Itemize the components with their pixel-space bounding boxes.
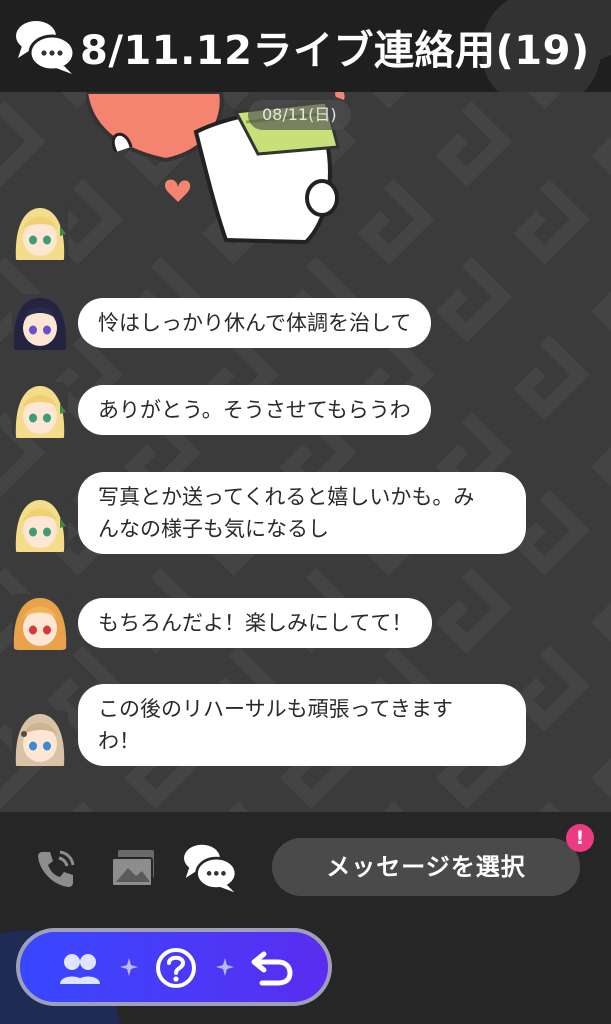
message-bubble[interactable]: ありがとう。そうさせてもらうわ — [78, 385, 431, 435]
message-bubble[interactable]: もちろんだよ！楽しみにしてて！ — [78, 598, 433, 648]
help-icon[interactable] — [154, 946, 198, 990]
message-bubble[interactable]: この後のリハーサルも頑張ってきます わ！ — [78, 684, 526, 766]
sparkle-icon — [120, 958, 138, 976]
bottom-toolbar: メッセージを選択 ! — [0, 812, 611, 1024]
avatar[interactable] — [12, 594, 68, 650]
avatar[interactable] — [12, 204, 68, 260]
members-icon[interactable] — [58, 946, 102, 990]
photo-icon[interactable] — [106, 840, 162, 896]
chat-bubbles-icon — [16, 21, 76, 74]
message-bubble[interactable]: 写真とか送ってくれると嬉しいかも。み んなの様子も気になるし — [78, 472, 526, 554]
avatar[interactable] — [12, 496, 68, 552]
chat-area[interactable]: 08/11(日) 怜はしっかり休んで体調を治して ありがとう。そうさせてもらうわ… — [0, 92, 611, 812]
alert-badge: ! — [566, 824, 594, 852]
message-text: んなの様子も気になるし — [98, 517, 329, 541]
chat-bubbles-icon[interactable] — [182, 840, 238, 896]
bottom-nav — [16, 928, 332, 1006]
message-text: ありがとう。そうさせてもらうわ — [98, 398, 411, 422]
date-label: 08/11(日) — [248, 100, 351, 130]
back-icon[interactable] — [250, 946, 294, 990]
avatar[interactable] — [12, 294, 68, 350]
select-message-button[interactable]: メッセージを選択 — [272, 838, 580, 896]
phone-icon[interactable] — [28, 840, 84, 896]
message-text: この後のリハーサルも頑張ってきます — [98, 697, 453, 721]
message-text: わ！ — [98, 729, 140, 753]
chat-header: 8/11.12ライブ連絡用(19) — [0, 0, 611, 92]
avatar[interactable] — [12, 710, 68, 766]
message-text: 怜はしっかり休んで体調を治して — [98, 311, 412, 335]
chat-title: 8/11.12ライブ連絡用(19) — [80, 28, 590, 74]
message-bubble[interactable]: 怜はしっかり休んで体調を治して — [78, 298, 432, 348]
message-text: もちろんだよ！楽しみにしてて！ — [98, 611, 413, 635]
avatar[interactable] — [12, 382, 68, 438]
message-text: 写真とか送ってくれると嬉しいかも。み — [98, 485, 475, 509]
sparkle-icon — [216, 958, 234, 976]
